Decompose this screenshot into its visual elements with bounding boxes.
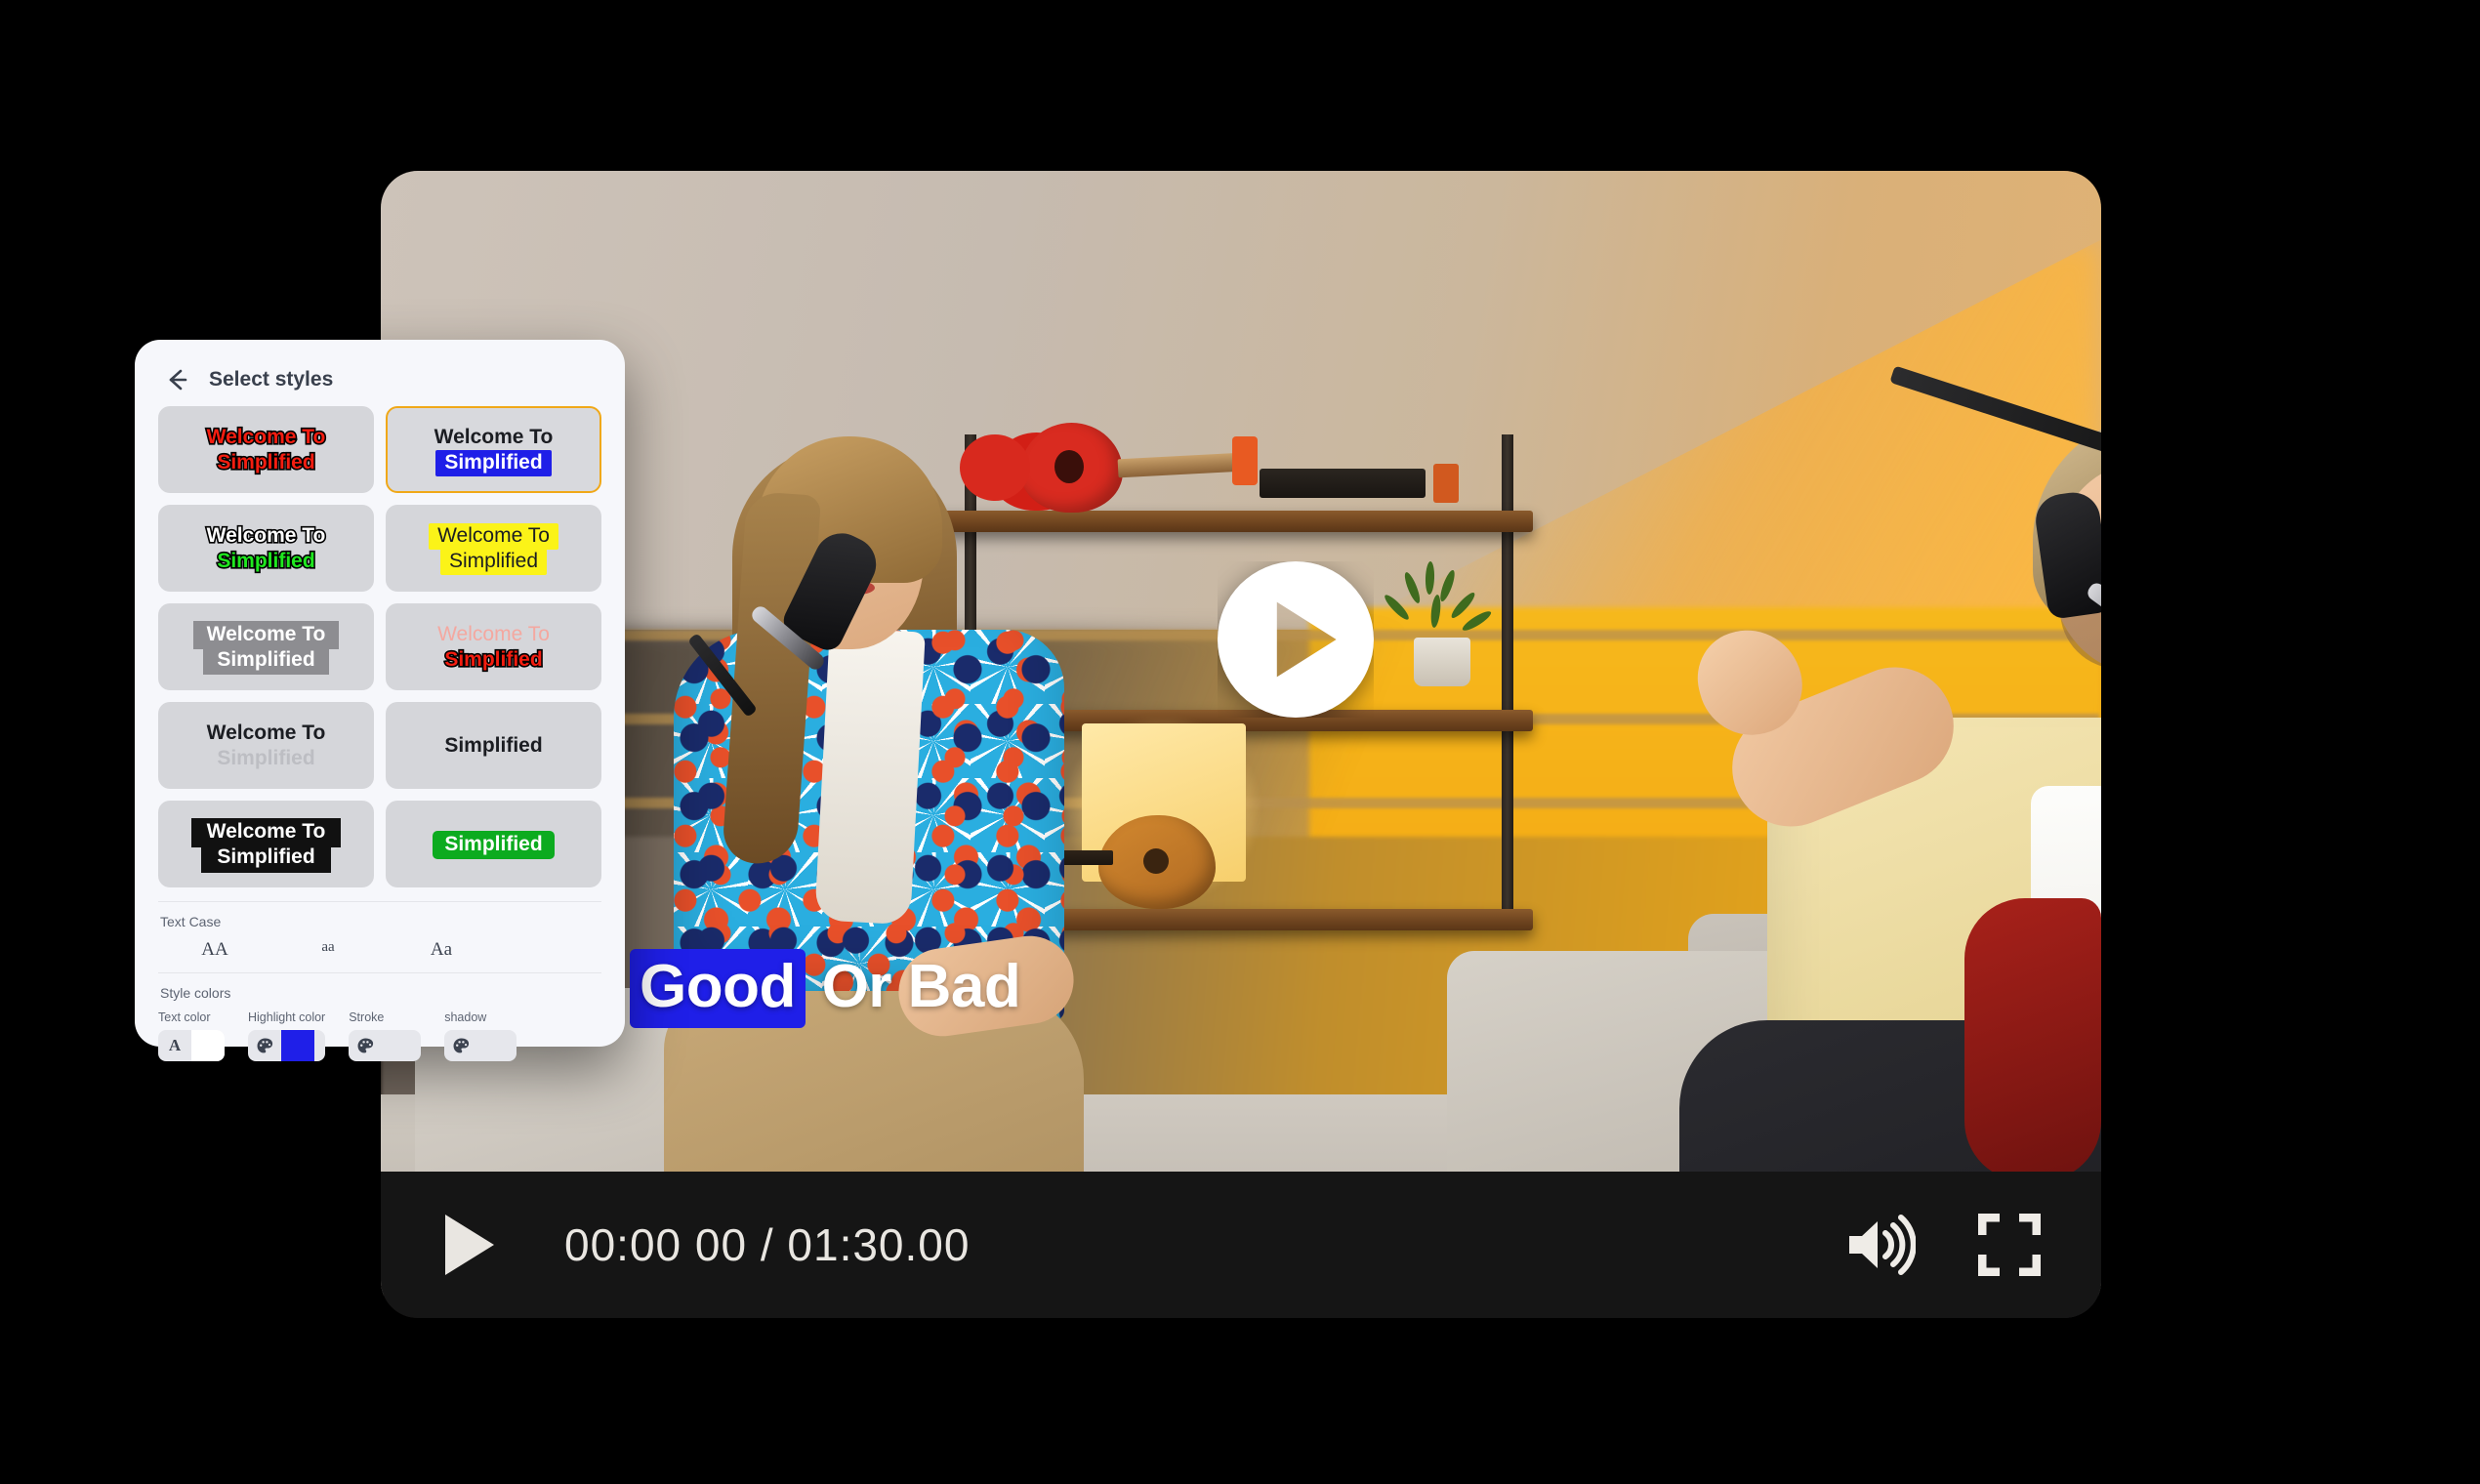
style-card-line1: Welcome To <box>437 622 550 645</box>
style-card-line2-wrap: Simplified <box>435 449 552 476</box>
shelf-plank <box>937 511 1533 532</box>
style-card-line2-wrap: Simplified <box>201 843 331 873</box>
red-guitar-soundhole <box>1054 450 1084 483</box>
highlight-color-swatch[interactable] <box>281 1030 314 1061</box>
text-case-options: AA aa Aa <box>158 939 601 961</box>
style-card-line2: Simplified <box>216 449 317 474</box>
style-card-line2-wrap: Simplified <box>439 548 548 575</box>
background-guitar-right <box>1964 898 2101 1181</box>
style-card-line1-wrap: Welcome To <box>190 817 342 847</box>
stroke-color-swatch[interactable] <box>382 1030 421 1061</box>
controls-right-group <box>1843 1214 2054 1276</box>
shadow-color-label: shadow <box>444 1010 487 1024</box>
text-color-label: Text color <box>158 1010 211 1024</box>
text-case-label: Text Case <box>160 914 222 929</box>
palette-icon <box>444 1037 477 1055</box>
stroke-color-group: Stroke <box>349 1010 422 1061</box>
style-card-line2-wrap: Simplified <box>203 645 329 675</box>
text-color-picker[interactable]: A <box>158 1030 225 1061</box>
style-card-line2: Simplified <box>435 449 552 476</box>
red-guitar-headstock <box>1232 436 1258 485</box>
fullscreen-icon[interactable] <box>1978 1214 2041 1276</box>
style-card-line1-wrap: Welcome To <box>192 620 340 649</box>
style-card-blue-highlight[interactable]: Welcome To Simplified <box>386 406 601 493</box>
palette-icon <box>248 1037 281 1055</box>
style-card-line2: Simplified <box>217 746 315 769</box>
style-card-pink-red[interactable]: Welcome To Simplified <box>386 603 601 690</box>
text-color-swatch[interactable] <box>191 1030 225 1061</box>
style-card-grid: Welcome To Simplified Welcome To Simplif… <box>158 406 601 887</box>
panel-header: Select styles <box>164 367 601 392</box>
style-card-line2-wrap: Simplified <box>433 830 555 859</box>
shadow-color-group: shadow <box>444 1010 517 1061</box>
video-player[interactable]: Good Or Bad 00:00 00 / 01:30.00 <box>381 171 2101 1318</box>
style-card-plain-bold[interactable]: Simplified <box>386 702 601 789</box>
screenshot-root: Good Or Bad 00:00 00 / 01:30.00 Select s… <box>0 0 2480 1484</box>
divider <box>158 972 601 973</box>
style-card-line1-wrap: Welcome To <box>429 522 558 550</box>
style-colors-row: Text color A Highlight color Stroke shad… <box>158 1010 601 1061</box>
panel-title: Select styles <box>209 368 334 391</box>
style-card-line2: Simplified <box>216 548 317 573</box>
text-case-lowercase[interactable]: aa <box>271 939 385 961</box>
text-case-uppercase[interactable]: AA <box>158 939 271 961</box>
style-card-green-box[interactable]: Simplified <box>386 801 601 887</box>
style-colors-label: Style colors <box>160 985 231 1001</box>
time-display: 00:00 00 / 01:30.00 <box>564 1219 971 1270</box>
highlight-color-label: Highlight color <box>248 1010 326 1024</box>
video-caption: Good Or Bad <box>630 949 1021 1028</box>
caption-rest: Or Bad <box>805 953 1021 1020</box>
plant-leaves <box>1382 560 1496 645</box>
style-card-line2: Simplified <box>439 548 548 575</box>
style-card-white-green[interactable]: Welcome To Simplified <box>158 505 374 592</box>
style-card-line2: Simplified <box>201 843 331 873</box>
style-card-line2: Simplified <box>444 733 543 757</box>
shadow-color-swatch[interactable] <box>477 1030 517 1061</box>
style-card-line1: Welcome To <box>434 425 554 448</box>
style-card-line1: Welcome To <box>206 721 326 744</box>
player-controls: 00:00 00 / 01:30.00 <box>381 1172 2101 1318</box>
style-card-faded[interactable]: Welcome To Simplified <box>158 702 374 789</box>
text-color-group: Text color A <box>158 1010 225 1061</box>
plant-pot <box>1414 638 1470 686</box>
style-card-line1: Welcome To <box>429 522 558 550</box>
video-frame: Good Or Bad <box>381 171 2101 1318</box>
shelf-post <box>1502 434 1513 923</box>
select-styles-panel: Select styles Welcome To Simplified Welc… <box>135 340 625 1061</box>
stroke-color-picker[interactable] <box>349 1030 422 1061</box>
style-card-gray-box[interactable]: Welcome To Simplified <box>158 603 374 690</box>
shelf-item-small <box>1433 464 1459 503</box>
stroke-color-label: Stroke <box>349 1010 385 1024</box>
style-card-line2: Simplified <box>443 646 545 672</box>
letter-a-icon: A <box>168 1036 182 1054</box>
play-icon[interactable] <box>445 1215 494 1275</box>
style-card-black-box[interactable]: Welcome To Simplified <box>158 801 374 887</box>
style-card-yellow-highlight[interactable]: Welcome To Simplified <box>386 505 601 592</box>
style-card-red-stroke[interactable]: Welcome To Simplified <box>158 406 374 493</box>
style-card-line1: Welcome To <box>205 522 327 548</box>
text-case-titlecase[interactable]: Aa <box>385 939 498 961</box>
back-arrow-icon[interactable] <box>164 367 189 392</box>
divider <box>158 901 601 902</box>
style-card-line2: Simplified <box>433 830 555 859</box>
highlight-color-picker[interactable] <box>248 1030 326 1061</box>
shelf-item-box <box>1260 469 1426 498</box>
palette-icon <box>349 1037 382 1055</box>
style-card-line1: Welcome To <box>205 424 327 449</box>
volume-high-icon[interactable] <box>1843 1215 1916 1275</box>
caption-highlighted-word: Good <box>630 949 806 1028</box>
shadow-color-picker[interactable] <box>444 1030 517 1061</box>
style-card-line1: Welcome To <box>192 620 340 649</box>
highlight-color-group: Highlight color <box>248 1010 326 1061</box>
style-card-line2: Simplified <box>203 645 329 675</box>
